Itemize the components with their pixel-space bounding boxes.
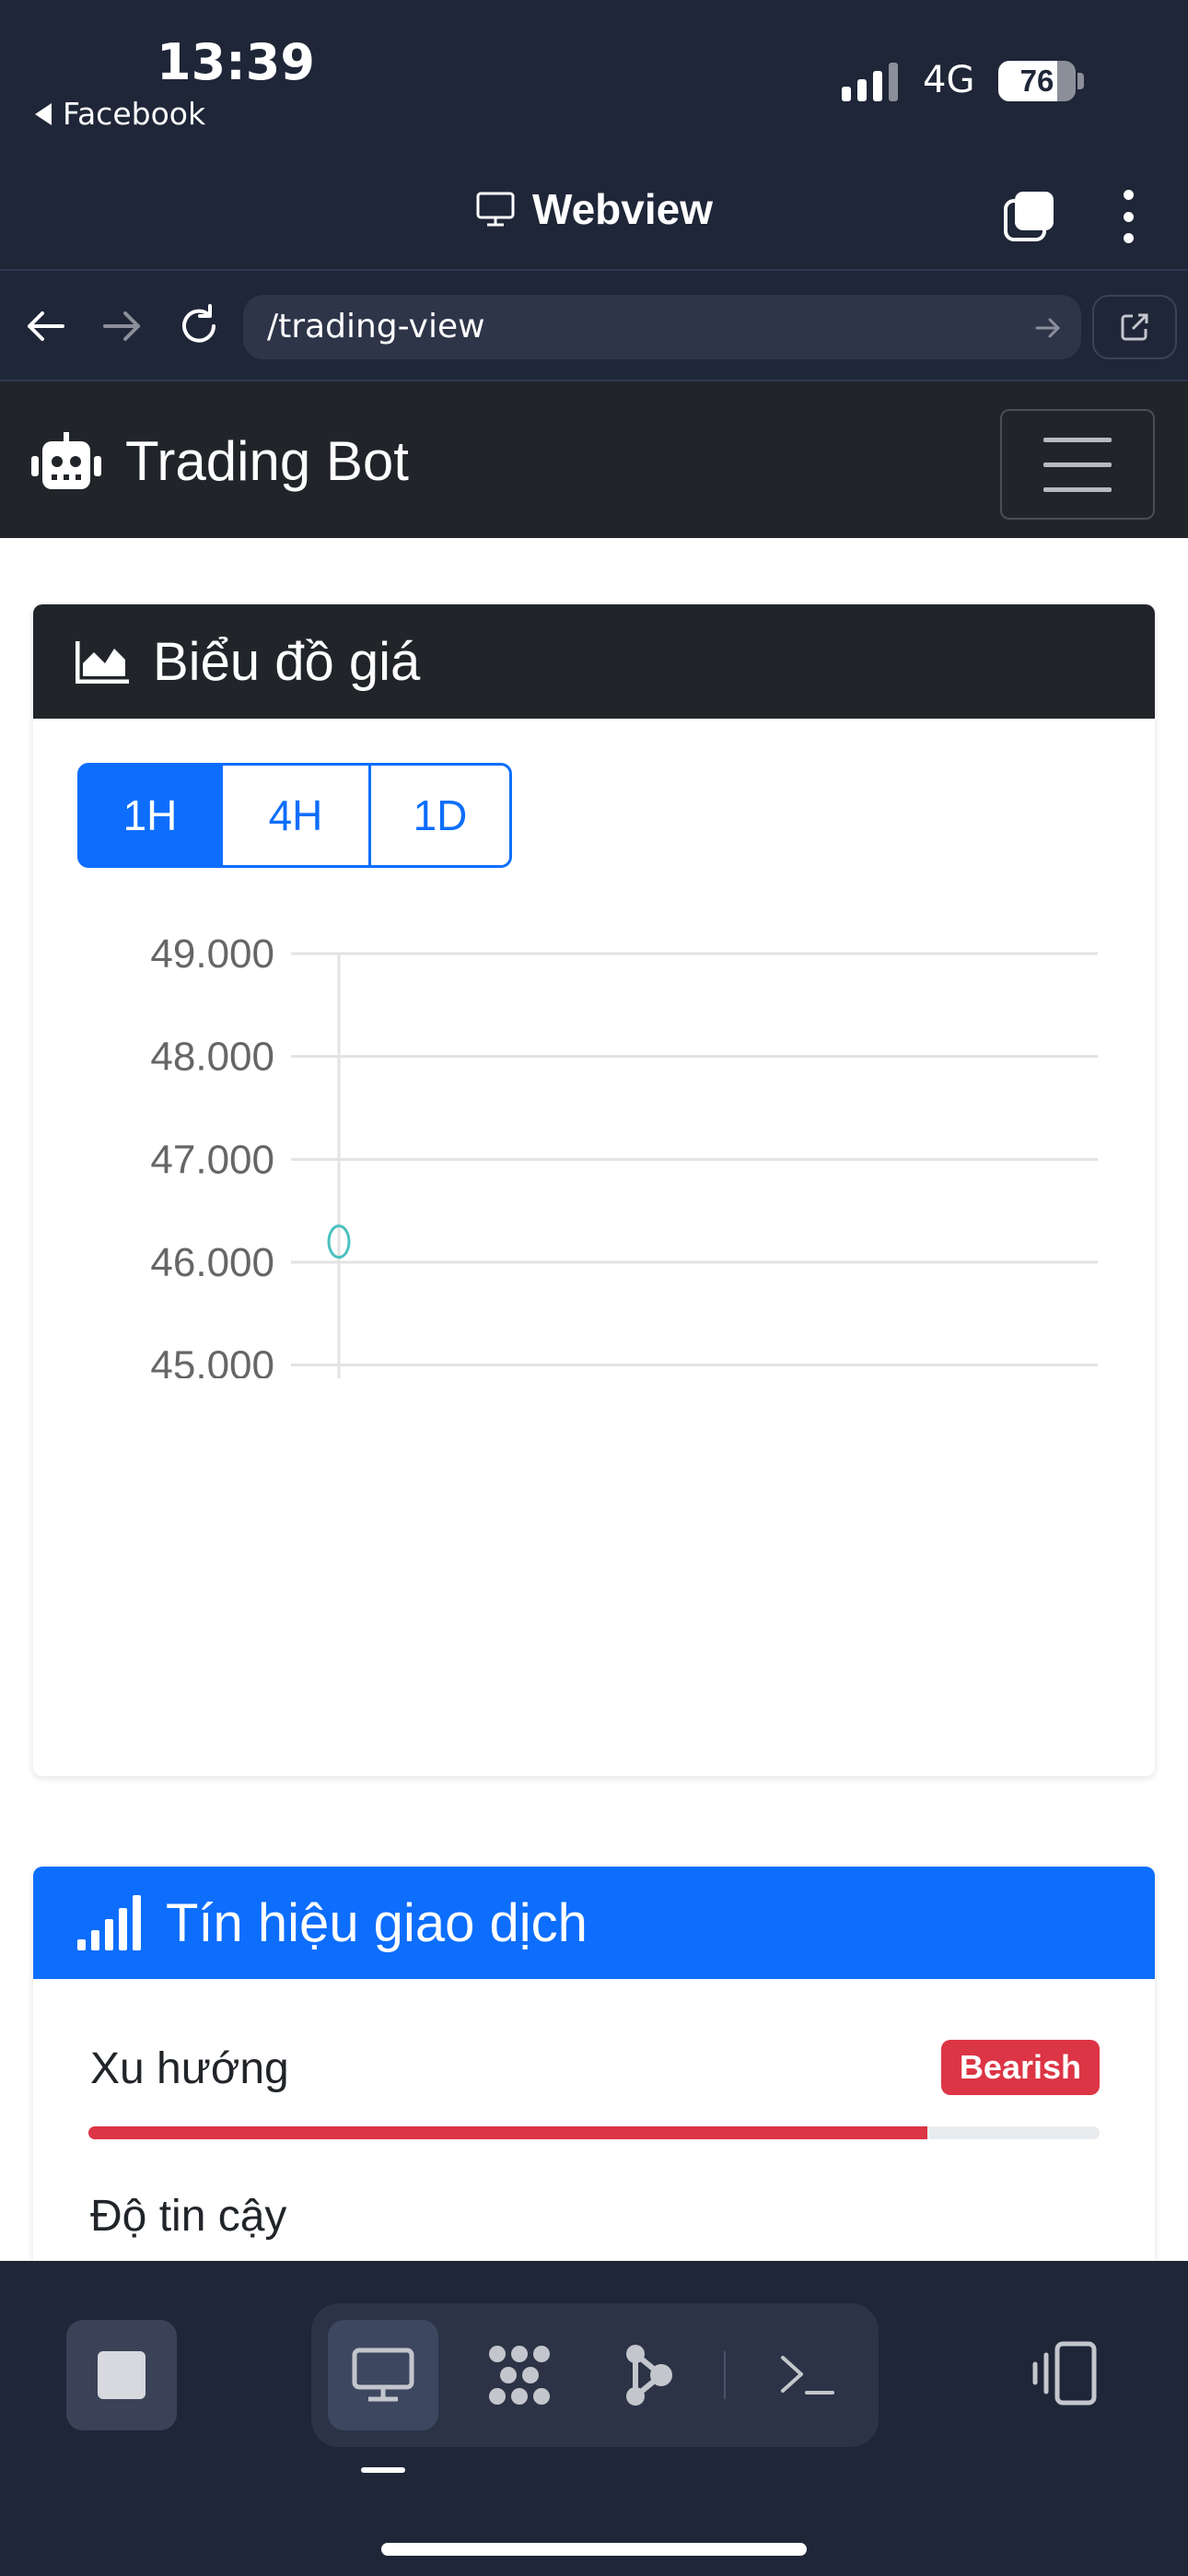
trend-badge: Bearish bbox=[940, 2040, 1100, 2095]
active-tool-indicator bbox=[361, 2467, 405, 2473]
go-arrow-icon[interactable] bbox=[1033, 313, 1063, 343]
price-chart-card: Biểu đồ giá 1H 4H 1D 49.000 48.000 47.000 4… bbox=[33, 604, 1155, 1776]
confidence-label: Độ tin cậy bbox=[90, 2192, 287, 2241]
brand-text: Trading Bot bbox=[125, 430, 409, 492]
timeframe-1h-button[interactable]: 1H bbox=[77, 763, 223, 868]
robot-icon bbox=[31, 431, 101, 489]
webview-tool-button[interactable] bbox=[328, 2320, 438, 2430]
timeframe-4h-button[interactable]: 4H bbox=[220, 763, 371, 868]
navbar-toggler-button[interactable] bbox=[1000, 409, 1155, 520]
stop-button[interactable] bbox=[66, 2320, 177, 2430]
node-graph-icon bbox=[626, 2345, 672, 2406]
signal-bars-icon bbox=[77, 1895, 141, 1950]
tool-switcher bbox=[311, 2303, 879, 2447]
timeframe-button-group: 1H 4H 1D bbox=[77, 763, 512, 868]
terminal-tool-button[interactable] bbox=[751, 2320, 862, 2430]
stop-icon bbox=[98, 2351, 146, 2399]
external-link-icon bbox=[1121, 313, 1148, 341]
signal-card-header: Tín hiệu giao dịch bbox=[33, 1867, 1155, 1979]
url-text: /trading-view bbox=[267, 308, 485, 345]
arrow-right-icon[interactable] bbox=[98, 302, 146, 350]
webview-chrome: 13:39 Facebook 4G 76 Webview /trading-vi… bbox=[0, 0, 1188, 381]
y-tick-label: 45.000 bbox=[150, 1343, 274, 1378]
battery-cap bbox=[1077, 73, 1084, 89]
graph-tool-button[interactable] bbox=[593, 2320, 704, 2430]
monitor-icon bbox=[476, 192, 515, 227]
app-navbar: Trading Bot bbox=[0, 381, 1188, 538]
open-external-button[interactable] bbox=[1092, 295, 1177, 359]
monitor-icon bbox=[352, 2348, 414, 2402]
battery-level: 76 bbox=[1019, 64, 1054, 98]
terminal-icon bbox=[781, 2356, 834, 2395]
price-card-header: Biểu đồ giá bbox=[33, 604, 1155, 719]
network-type: 4G bbox=[923, 59, 975, 101]
trend-progress bbox=[88, 2126, 1100, 2139]
hamburger-line bbox=[1043, 437, 1112, 442]
arrow-left-icon[interactable] bbox=[22, 302, 70, 350]
webview-title-text: Webview bbox=[532, 185, 713, 233]
chart-area-icon bbox=[76, 641, 129, 684]
price-card-title: Biểu đồ giá bbox=[153, 631, 421, 692]
signal-card-title: Tín hiệu giao dịch bbox=[166, 1892, 588, 1953]
price-chart: 49.00048.00047.00046.00045.00044.00043.0… bbox=[150, 931, 1098, 1378]
toolbar-separator bbox=[724, 2351, 726, 2399]
status-time: 13:39 bbox=[157, 33, 315, 91]
y-tick-label: 49.000 bbox=[150, 931, 274, 977]
back-to-app-link[interactable]: Facebook bbox=[35, 96, 205, 132]
chrome-divider bbox=[0, 269, 1188, 271]
grid-tool-button[interactable] bbox=[464, 2320, 575, 2430]
cellular-signal-icon bbox=[842, 61, 898, 101]
y-tick-label: 46.000 bbox=[150, 1240, 274, 1285]
trend-progress-bar bbox=[88, 2126, 928, 2139]
reload-icon[interactable] bbox=[175, 302, 223, 350]
navbar-brand[interactable]: Trading Bot bbox=[31, 429, 409, 493]
dots-grid-icon bbox=[489, 2346, 550, 2405]
hamburger-line bbox=[1043, 462, 1112, 467]
bottom-toolbar bbox=[0, 2261, 1188, 2576]
rotate-device-icon[interactable] bbox=[1030, 2338, 1103, 2412]
more-options-icon[interactable] bbox=[1114, 190, 1142, 243]
url-bar[interactable]: /trading-view bbox=[243, 295, 1081, 359]
timeframe-1d-button[interactable]: 1D bbox=[368, 763, 512, 868]
y-tick-label: 48.000 bbox=[150, 1035, 274, 1080]
trend-label: Xu hướng bbox=[90, 2044, 289, 2093]
home-indicator bbox=[381, 2543, 807, 2556]
y-tick-label: 47.000 bbox=[150, 1137, 274, 1182]
battery-icon: 76 bbox=[998, 61, 1076, 101]
hamburger-line bbox=[1043, 486, 1112, 492]
back-app-label: Facebook bbox=[63, 96, 206, 132]
tabs-icon[interactable] bbox=[1002, 190, 1055, 243]
back-triangle-icon bbox=[35, 102, 52, 125]
